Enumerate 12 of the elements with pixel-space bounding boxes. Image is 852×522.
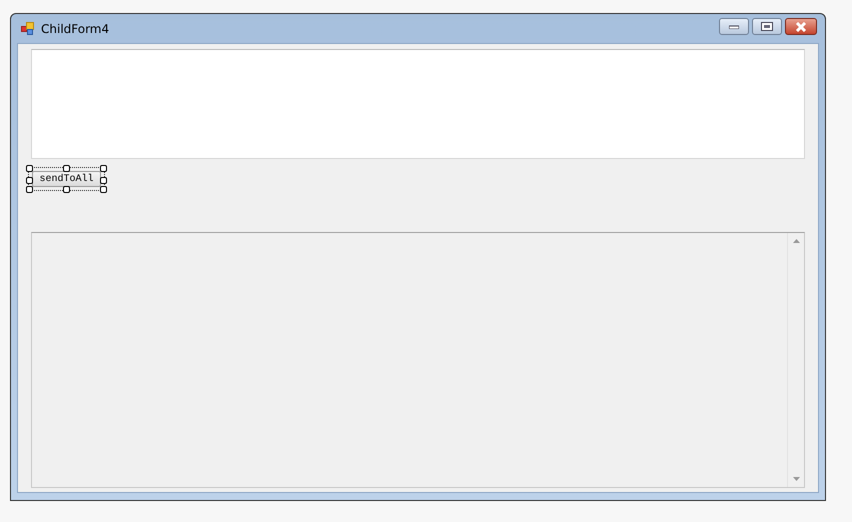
window-title: ChildForm4: [41, 22, 110, 36]
close-button[interactable]: [785, 18, 817, 35]
minimize-button[interactable]: [719, 18, 749, 35]
maximize-icon: [761, 22, 773, 31]
text-field[interactable]: [31, 49, 805, 159]
form-icon: [21, 22, 35, 35]
resize-handle[interactable]: [63, 165, 70, 172]
close-icon: [795, 22, 807, 32]
send-button[interactable]: sendToAll: [32, 171, 101, 187]
resize-handle[interactable]: [63, 186, 70, 193]
maximize-button[interactable]: [752, 18, 782, 35]
minimize-icon: [729, 24, 739, 28]
